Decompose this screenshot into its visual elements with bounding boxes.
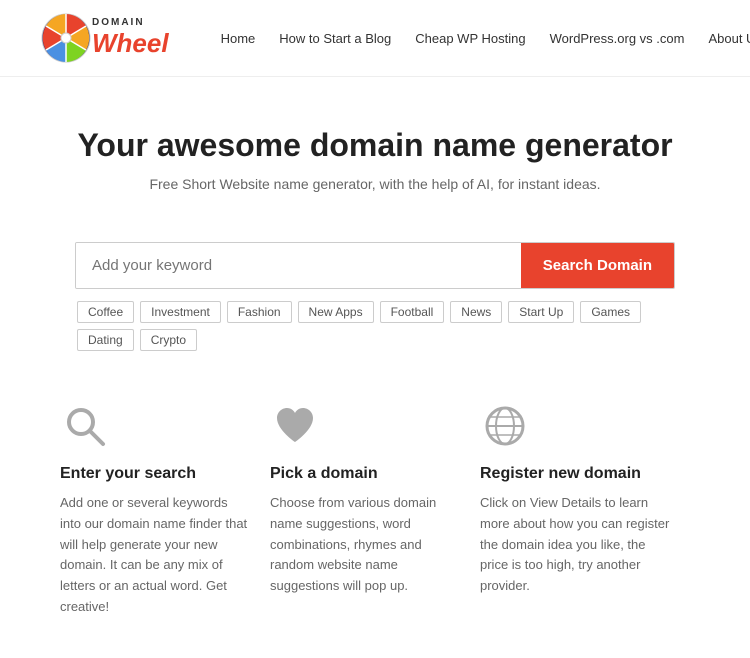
- feature-pick-description: Choose from various domain name suggesti…: [270, 493, 460, 597]
- tag-item[interactable]: Dating: [77, 329, 134, 351]
- tag-item[interactable]: Football: [380, 301, 445, 323]
- search-bar: Search Domain: [75, 242, 675, 289]
- feature-search: Enter your search Add one or several key…: [60, 401, 270, 618]
- feature-pick: Pick a domain Choose from various domain…: [270, 401, 480, 618]
- hero-title: Your awesome domain name generator: [20, 127, 730, 164]
- logo-wheel-label: Wheel: [92, 28, 169, 59]
- logo-wheel-icon: [40, 12, 92, 64]
- globe-icon: [480, 401, 530, 451]
- logo: DOMAIN Wheel: [40, 12, 169, 64]
- search-button[interactable]: Search Domain: [521, 243, 674, 288]
- nav-home[interactable]: Home: [209, 27, 268, 50]
- feature-pick-title: Pick a domain: [270, 465, 460, 483]
- tag-item[interactable]: New Apps: [298, 301, 374, 323]
- nav-about[interactable]: About Us: [696, 27, 750, 50]
- tag-item[interactable]: Start Up: [508, 301, 574, 323]
- logo-domain-label: DOMAIN: [92, 17, 169, 28]
- nav-hosting[interactable]: Cheap WP Hosting: [403, 27, 537, 50]
- tag-item[interactable]: News: [450, 301, 502, 323]
- tag-item[interactable]: Crypto: [140, 329, 197, 351]
- search-icon: [60, 401, 110, 451]
- feature-search-description: Add one or several keywords into our dom…: [60, 493, 250, 618]
- tag-item[interactable]: Games: [580, 301, 641, 323]
- hero-subtitle: Free Short Website name generator, with …: [20, 176, 730, 192]
- features-section: Enter your search Add one or several key…: [0, 351, 750, 658]
- feature-register-description: Click on View Details to learn more abou…: [480, 493, 670, 597]
- search-area: Search Domain Coffee Investment Fashion New…: [35, 242, 715, 351]
- feature-search-title: Enter your search: [60, 465, 250, 483]
- tag-list: Coffee Investment Fashion New Apps FootballN…: [75, 301, 675, 351]
- search-input[interactable]: [76, 243, 521, 288]
- feature-register-title: Register new domain: [480, 465, 670, 483]
- logo-text: DOMAIN Wheel: [92, 17, 169, 59]
- hero-section: Your awesome domain name generator Free …: [0, 77, 750, 212]
- nav-wordpress[interactable]: WordPress.org vs .com: [538, 27, 697, 50]
- header: DOMAIN Wheel Home How to Start a Blog Ch…: [0, 0, 750, 77]
- nav-blog[interactable]: How to Start a Blog: [267, 27, 403, 50]
- tag-item[interactable]: Coffee: [77, 301, 134, 323]
- main-nav: Home How to Start a Blog Cheap WP Hostin…: [209, 27, 750, 50]
- tag-item[interactable]: Investment: [140, 301, 221, 323]
- tag-item[interactable]: Fashion: [227, 301, 292, 323]
- heart-icon: [270, 401, 320, 451]
- feature-register: Register new domain Click on View Detail…: [480, 401, 690, 618]
